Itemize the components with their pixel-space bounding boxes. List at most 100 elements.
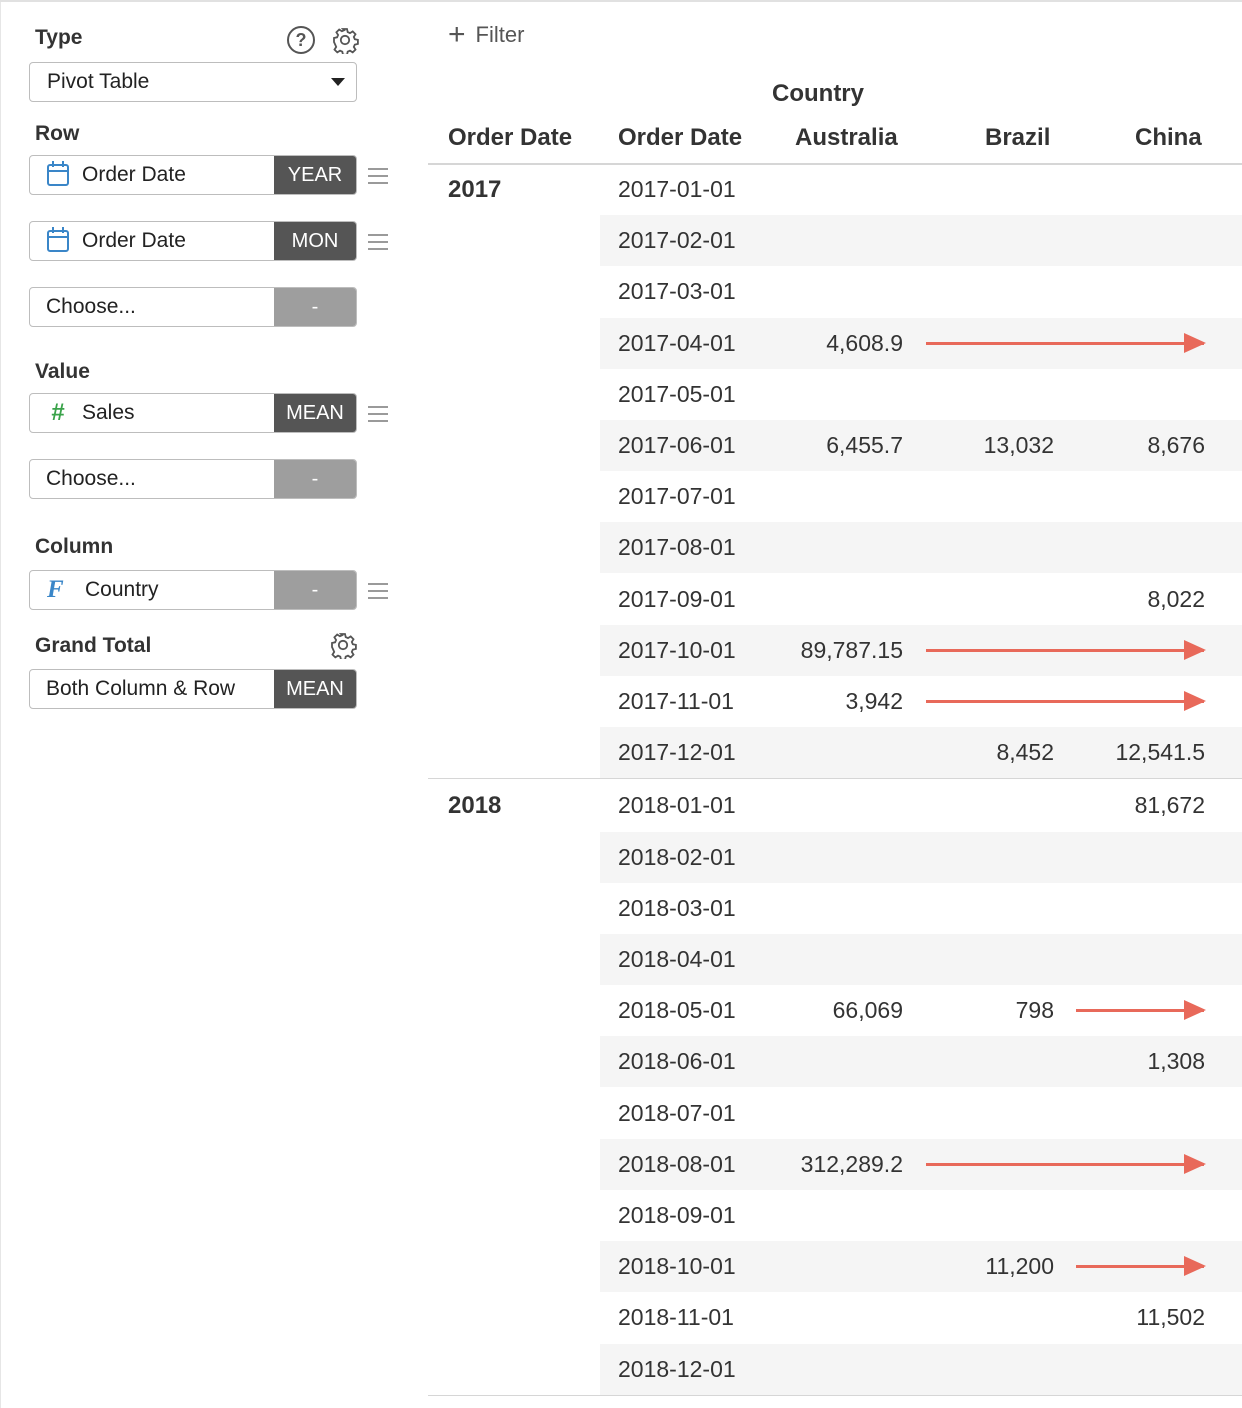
- table-row: 2017-02-01: [600, 215, 1242, 267]
- cell-china[interactable]: 12,541.5: [1115, 727, 1205, 778]
- grand-total-field[interactable]: Both Column & Row MEAN: [29, 669, 357, 709]
- row-date: 2018-02-01: [618, 843, 736, 870]
- cell-china[interactable]: 8,022: [1147, 574, 1205, 625]
- cell-australia[interactable]: 3,942: [845, 676, 903, 727]
- hash-icon: #: [51, 399, 65, 426]
- row-date: 2017-07-01: [618, 483, 736, 510]
- row-field-2-drag-handle-icon[interactable]: [368, 234, 388, 250]
- row-field-2-name: Order Date: [82, 229, 186, 252]
- cell-brazil[interactable]: 11,200: [985, 1241, 1054, 1292]
- value-field-1-agg-button[interactable]: MEAN: [274, 394, 356, 432]
- cell-china[interactable]: 1,308: [1147, 1036, 1205, 1087]
- chart-type-select[interactable]: Pivot Table: [29, 62, 357, 102]
- cell-brazil[interactable]: 13,032: [984, 420, 1054, 471]
- cell-australia[interactable]: 4,608.9: [826, 318, 903, 369]
- row-field-chooser[interactable]: Choose... -: [29, 287, 357, 327]
- cell-brazil[interactable]: 798: [1016, 985, 1054, 1036]
- table-row: 2018-02-01: [600, 831, 1242, 883]
- table-row: 2017-12-01 8,452 12,541.5: [600, 727, 1242, 779]
- table-row: 2017-04-01 4,608.9: [600, 317, 1242, 369]
- row-date: 2017-09-01: [618, 585, 736, 612]
- row-field-2-agg-button[interactable]: MON: [274, 222, 356, 260]
- cell-china[interactable]: 81,672: [1135, 780, 1205, 831]
- row-date: 2017-08-01: [618, 534, 736, 561]
- table-row: 2017-05-01: [600, 369, 1242, 420]
- table-row: 2018-12-01: [600, 1343, 1242, 1395]
- right-arrow-icon: [1076, 1256, 1206, 1277]
- grand-total-value: Both Column & Row: [46, 677, 236, 700]
- cell-china[interactable]: 8,676: [1147, 420, 1205, 471]
- grand-total-label: Grand Total: [35, 634, 152, 657]
- table-row: 2018-06-01 1,308: [600, 1036, 1242, 1088]
- cell-australia[interactable]: 312,289.2: [801, 1139, 903, 1190]
- column-group-header: Country: [772, 80, 864, 107]
- row-field-1[interactable]: Order Date YEAR: [29, 155, 357, 195]
- row-date: 2017-10-01: [618, 636, 736, 663]
- value-field-1[interactable]: # Sales MEAN: [29, 393, 357, 433]
- row-date: 2017-12-01: [618, 739, 736, 766]
- row-date: 2018-12-01: [618, 1355, 736, 1382]
- row-date: 2018-03-01: [618, 894, 736, 921]
- plus-icon: +: [448, 18, 466, 51]
- table-row: 2018-04-01: [600, 934, 1242, 985]
- table-row: 2018-08-01 312,289.2: [600, 1138, 1242, 1190]
- row-field-chooser-agg-button[interactable]: -: [274, 288, 356, 326]
- header-brazil[interactable]: Brazil: [985, 124, 1050, 152]
- row-field-1-name: Order Date: [82, 163, 186, 186]
- table-row: 2018-07-01: [600, 1088, 1242, 1139]
- row-field-1-agg-button[interactable]: YEAR: [274, 156, 356, 194]
- table-row: 2018-09-01: [600, 1190, 1242, 1241]
- type-label: Type: [35, 26, 83, 49]
- table-row: 2018-05-01 66,069 798: [600, 985, 1242, 1036]
- table-row: 2017-09-01 8,022: [600, 574, 1242, 625]
- cell-china[interactable]: 11,502: [1136, 1292, 1205, 1343]
- chevron-down-icon: [331, 78, 345, 86]
- row-date: 2018-05-01: [618, 997, 736, 1024]
- right-arrow-icon: [926, 1153, 1206, 1174]
- row-date: 2018-04-01: [618, 946, 736, 972]
- table-row: 2017-03-01: [600, 266, 1242, 317]
- row-field-1-drag-handle-icon[interactable]: [368, 168, 388, 184]
- row-date: 2017-01-01: [618, 176, 736, 202]
- function-icon: F: [47, 576, 64, 603]
- row-date: 2018-07-01: [618, 1099, 736, 1126]
- right-arrow-icon: [926, 332, 1206, 353]
- row-date: 2018-11-01: [618, 1304, 734, 1331]
- header-china[interactable]: China: [1135, 124, 1202, 152]
- chart-type-value: Pivot Table: [47, 70, 150, 93]
- value-field-chooser-agg-button[interactable]: -: [274, 460, 356, 498]
- header-order-date-month[interactable]: Order Date: [618, 124, 742, 152]
- cell-australia[interactable]: 66,069: [833, 985, 903, 1036]
- row-date: 2018-08-01: [618, 1150, 736, 1177]
- row-date: 2017-02-01: [618, 227, 736, 254]
- cell-brazil[interactable]: 8,452: [996, 727, 1054, 778]
- value-field-1-drag-handle-icon[interactable]: [368, 406, 388, 422]
- row-label: Row: [35, 122, 80, 145]
- help-icon[interactable]: ?: [287, 26, 315, 54]
- table-row: 2018-03-01: [600, 883, 1242, 934]
- row-date: 2017-03-01: [618, 278, 736, 305]
- header-australia[interactable]: Australia: [795, 124, 898, 152]
- grand-total-agg-button[interactable]: MEAN: [274, 670, 356, 708]
- cell-australia[interactable]: 89,787.15: [801, 625, 903, 676]
- type-gear-icon[interactable]: [331, 26, 359, 56]
- column-field[interactable]: F Country -: [29, 570, 357, 610]
- value-field-chooser[interactable]: Choose... -: [29, 459, 357, 499]
- table-row: 2017-10-01 89,787.15: [600, 624, 1242, 676]
- header-order-date-year[interactable]: Order Date: [448, 124, 572, 152]
- calendar-icon: [47, 161, 69, 186]
- cell-australia[interactable]: 6,455.7: [826, 420, 903, 471]
- row-date: 2018-01-01: [618, 792, 736, 819]
- column-field-agg-button[interactable]: -: [274, 571, 356, 609]
- group-divider: [428, 1394, 1242, 1396]
- table-row: 2017-07-01: [600, 471, 1242, 522]
- year-group-label: 2017: [448, 176, 502, 203]
- table-row: 2017-01-01: [600, 164, 1242, 215]
- add-filter-button[interactable]: + Filter: [448, 18, 524, 52]
- row-date: 2018-06-01: [618, 1048, 736, 1075]
- table-row: 2018-10-01 11,200: [600, 1241, 1242, 1293]
- row-field-chooser-placeholder: Choose...: [46, 295, 136, 318]
- grand-total-gear-icon[interactable]: [329, 631, 357, 661]
- column-field-drag-handle-icon[interactable]: [368, 583, 388, 599]
- row-field-2[interactable]: Order Date MON: [29, 221, 357, 261]
